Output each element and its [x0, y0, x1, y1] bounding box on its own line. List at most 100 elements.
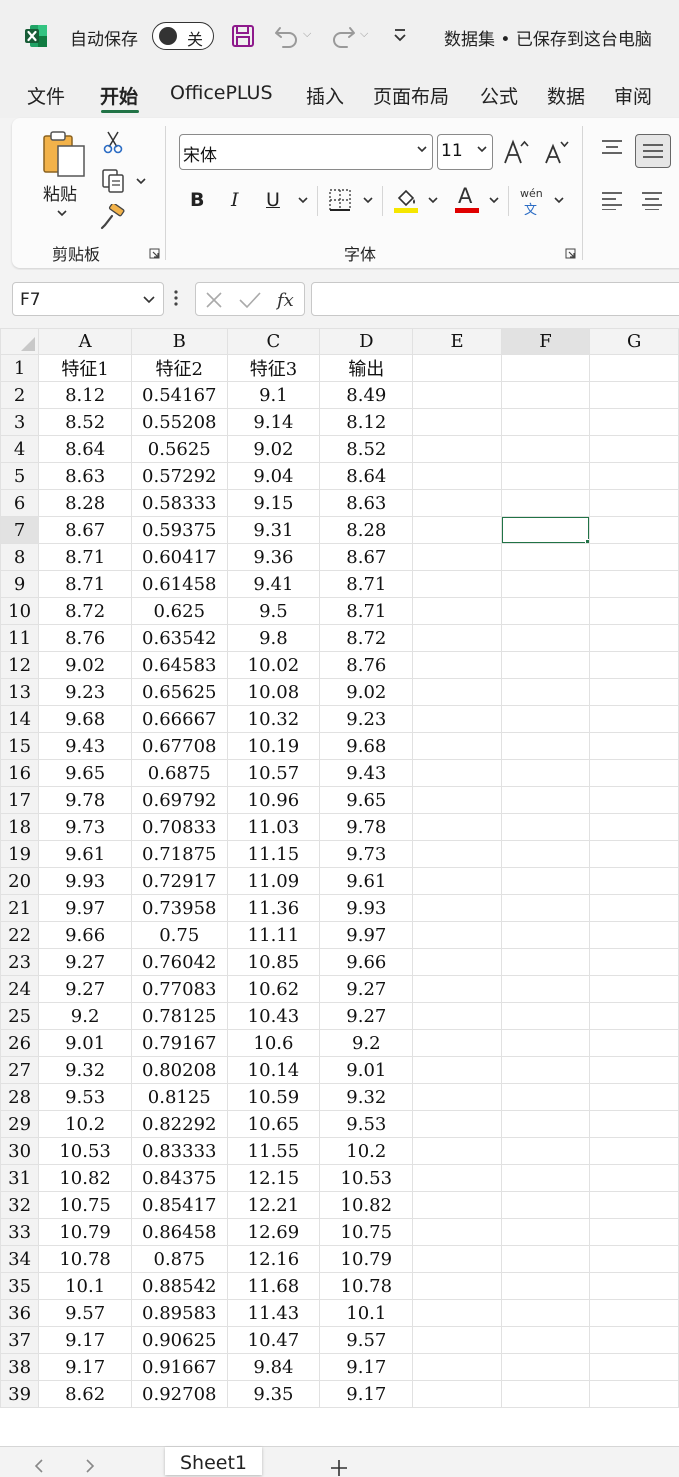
cell-f8[interactable] — [500, 543, 591, 571]
row-header[interactable]: 31 — [0, 1164, 40, 1192]
cell-c28[interactable]: 10.59 — [226, 1083, 321, 1111]
cell-c15[interactable]: 10.19 — [226, 732, 321, 760]
cell-c37[interactable]: 10.47 — [226, 1326, 321, 1354]
cell-f12[interactable] — [500, 651, 591, 679]
cell-g19[interactable] — [589, 840, 679, 868]
cell-a11[interactable]: 8.76 — [38, 624, 133, 652]
cell-e25[interactable] — [412, 1002, 502, 1030]
cell-e16[interactable] — [412, 759, 502, 787]
cell-d15[interactable]: 9.68 — [319, 732, 414, 760]
cell-c24[interactable]: 10.62 — [226, 975, 321, 1003]
cell-f4[interactable] — [500, 435, 591, 463]
cell-f13[interactable] — [500, 678, 591, 706]
document-title[interactable]: 数据集 • 已保存到这台电脑 — [444, 25, 652, 50]
cell-a21[interactable]: 9.97 — [38, 894, 133, 922]
cell-g11[interactable] — [589, 624, 679, 652]
cell-e39[interactable] — [412, 1380, 502, 1408]
copy-dropdown-icon[interactable] — [136, 178, 146, 185]
cell-g5[interactable] — [589, 462, 679, 490]
cell-d32[interactable]: 10.82 — [319, 1191, 414, 1219]
fill-color-dropdown-icon[interactable] — [428, 197, 438, 204]
cell-b13[interactable]: 0.65625 — [131, 678, 228, 706]
column-header-g[interactable]: G — [589, 328, 679, 355]
cell-d31[interactable]: 10.53 — [319, 1164, 414, 1192]
cell-a36[interactable]: 9.57 — [38, 1299, 133, 1327]
cell-g31[interactable] — [589, 1164, 679, 1192]
cell-b7[interactable]: 0.59375 — [131, 516, 228, 544]
undo-icon[interactable] — [274, 24, 300, 48]
cell-d19[interactable]: 9.73 — [319, 840, 414, 868]
cell-g26[interactable] — [589, 1029, 679, 1057]
cell-c12[interactable]: 10.02 — [226, 651, 321, 679]
row-header[interactable]: 7 — [0, 516, 40, 544]
borders-dropdown-icon[interactable] — [363, 197, 373, 204]
row-header[interactable]: 23 — [0, 948, 40, 976]
cell-f23[interactable] — [500, 948, 591, 976]
cell-g39[interactable] — [589, 1380, 679, 1408]
paste-dropdown-icon[interactable] — [56, 208, 68, 218]
cell-e2[interactable] — [412, 381, 502, 409]
cell-a6[interactable]: 8.28 — [38, 489, 133, 517]
row-header[interactable]: 6 — [0, 489, 40, 517]
cell-f27[interactable] — [500, 1056, 591, 1084]
tab-officeplus[interactable]: OfficePLUS — [170, 82, 273, 104]
redo-dropdown-icon[interactable]: ⌵ — [360, 27, 368, 41]
sheet-tab-sheet1[interactable]: Sheet1 — [165, 1447, 262, 1475]
format-painter-icon[interactable] — [100, 204, 126, 230]
cell-f18[interactable] — [500, 813, 591, 841]
underline-button[interactable]: U — [266, 189, 280, 211]
cell-d7[interactable]: 8.28 — [319, 516, 414, 544]
cell-c5[interactable]: 9.04 — [226, 462, 321, 490]
cell-d37[interactable]: 9.57 — [319, 1326, 414, 1354]
row-header[interactable]: 4 — [0, 435, 40, 463]
cell-c2[interactable]: 9.1 — [226, 381, 321, 409]
cell-g16[interactable] — [589, 759, 679, 787]
cell-e29[interactable] — [412, 1110, 502, 1138]
row-header[interactable]: 15 — [0, 732, 40, 760]
cell-d3[interactable]: 8.12 — [319, 408, 414, 436]
cell-e17[interactable] — [412, 786, 502, 814]
cell-a7[interactable]: 8.67 — [38, 516, 133, 544]
row-header[interactable]: 32 — [0, 1191, 40, 1219]
cell-a32[interactable]: 10.75 — [38, 1191, 133, 1219]
cell-b24[interactable]: 0.77083 — [131, 975, 228, 1003]
cell-d16[interactable]: 9.43 — [319, 759, 414, 787]
cell-g8[interactable] — [589, 543, 679, 571]
cell-b30[interactable]: 0.83333 — [131, 1137, 228, 1165]
cell-c19[interactable]: 11.15 — [226, 840, 321, 868]
cell-f14[interactable] — [500, 705, 591, 733]
cell-e19[interactable] — [412, 840, 502, 868]
cell-g10[interactable] — [589, 597, 679, 625]
cell-e23[interactable] — [412, 948, 502, 976]
cell-a5[interactable]: 8.63 — [38, 462, 133, 490]
cell-a4[interactable]: 8.64 — [38, 435, 133, 463]
cell-e38[interactable] — [412, 1353, 502, 1381]
cell-b37[interactable]: 0.90625 — [131, 1326, 228, 1354]
cell-e13[interactable] — [412, 678, 502, 706]
cell-g37[interactable] — [589, 1326, 679, 1354]
cell-c16[interactable]: 10.57 — [226, 759, 321, 787]
cell-b20[interactable]: 0.72917 — [131, 867, 228, 895]
cell-f33[interactable] — [500, 1218, 591, 1246]
cell-b26[interactable]: 0.79167 — [131, 1029, 228, 1057]
cell-c11[interactable]: 9.8 — [226, 624, 321, 652]
cell-e36[interactable] — [412, 1299, 502, 1327]
cell-b10[interactable]: 0.625 — [131, 597, 228, 625]
cell-c36[interactable]: 11.43 — [226, 1299, 321, 1327]
underline-dropdown-icon[interactable] — [298, 197, 308, 204]
cell-e18[interactable] — [412, 813, 502, 841]
fill-handle[interactable] — [585, 539, 589, 543]
cell-b23[interactable]: 0.76042 — [131, 948, 228, 976]
cell-g22[interactable] — [589, 921, 679, 949]
cell-e21[interactable] — [412, 894, 502, 922]
cell-f38[interactable] — [500, 1353, 591, 1381]
cell-a13[interactable]: 9.23 — [38, 678, 133, 706]
enter-icon[interactable] — [238, 290, 262, 310]
column-header-f[interactable]: F — [500, 328, 591, 355]
cell-b18[interactable]: 0.70833 — [131, 813, 228, 841]
row-header[interactable]: 13 — [0, 678, 40, 706]
cell-f6[interactable] — [500, 489, 591, 517]
row-header[interactable]: 22 — [0, 921, 40, 949]
cell-a25[interactable]: 9.2 — [38, 1002, 133, 1030]
row-header[interactable]: 11 — [0, 624, 40, 652]
